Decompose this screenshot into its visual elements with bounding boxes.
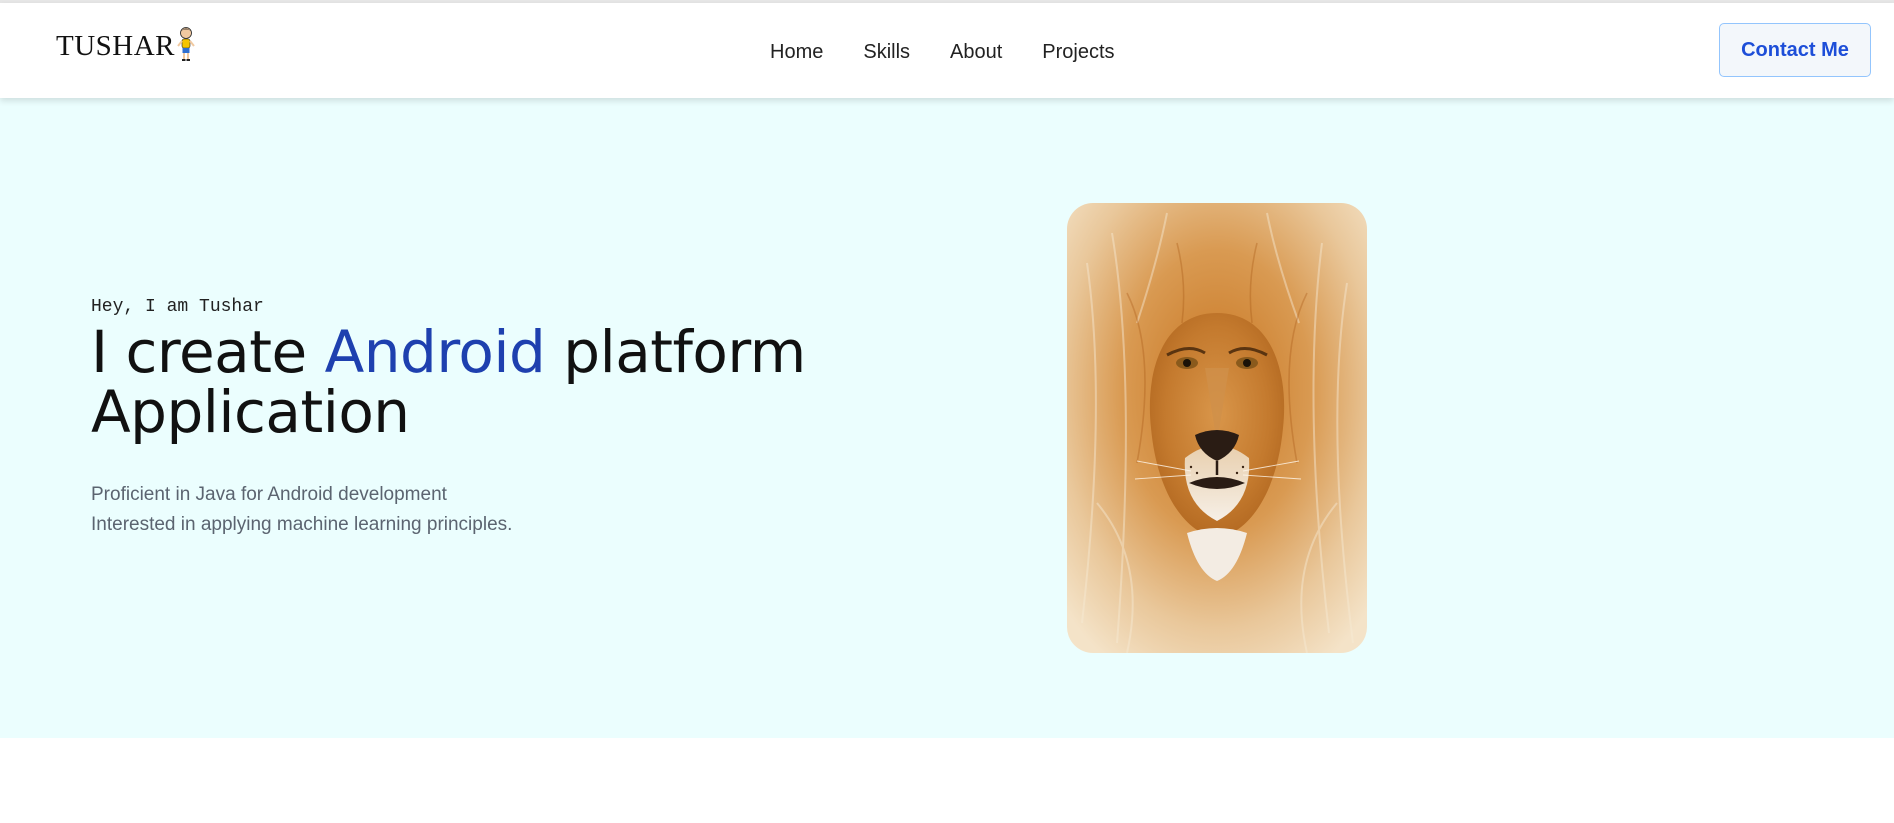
- main-nav: Home Skills About Projects: [770, 37, 1155, 67]
- hero-section: Hey, I am Tushar I create Android platfo…: [0, 98, 1894, 738]
- hero-greeting: Hey, I am Tushar: [91, 297, 264, 317]
- logo-text: TUSHAR: [56, 30, 176, 62]
- site-header: TUSHAR Home Skills About Projects Contac…: [0, 3, 1894, 98]
- nav-skills[interactable]: Skills: [863, 37, 910, 67]
- nav-home[interactable]: Home: [770, 37, 823, 67]
- hero-headline: I create Android platform Application: [91, 322, 851, 442]
- kid-figure-icon: [177, 27, 195, 61]
- lion-illustration: [1067, 203, 1367, 653]
- nav-about[interactable]: About: [950, 37, 1002, 67]
- hero-desc-line-2: Interested in applying machine learning …: [91, 514, 513, 535]
- lion-portrait-image: [1067, 203, 1367, 653]
- headline-prefix: I create: [91, 318, 325, 386]
- logo[interactable]: TUSHAR: [56, 27, 197, 63]
- headline-accent: Android: [324, 318, 546, 386]
- hero-description: Proficient in Java for Android developme…: [91, 480, 851, 540]
- contact-me-button[interactable]: Contact Me: [1719, 23, 1871, 77]
- hero-desc-line-1: Proficient in Java for Android developme…: [91, 484, 447, 505]
- nav-projects[interactable]: Projects: [1042, 37, 1114, 67]
- hero-text: Hey, I am Tushar I create Android platfo…: [91, 294, 851, 540]
